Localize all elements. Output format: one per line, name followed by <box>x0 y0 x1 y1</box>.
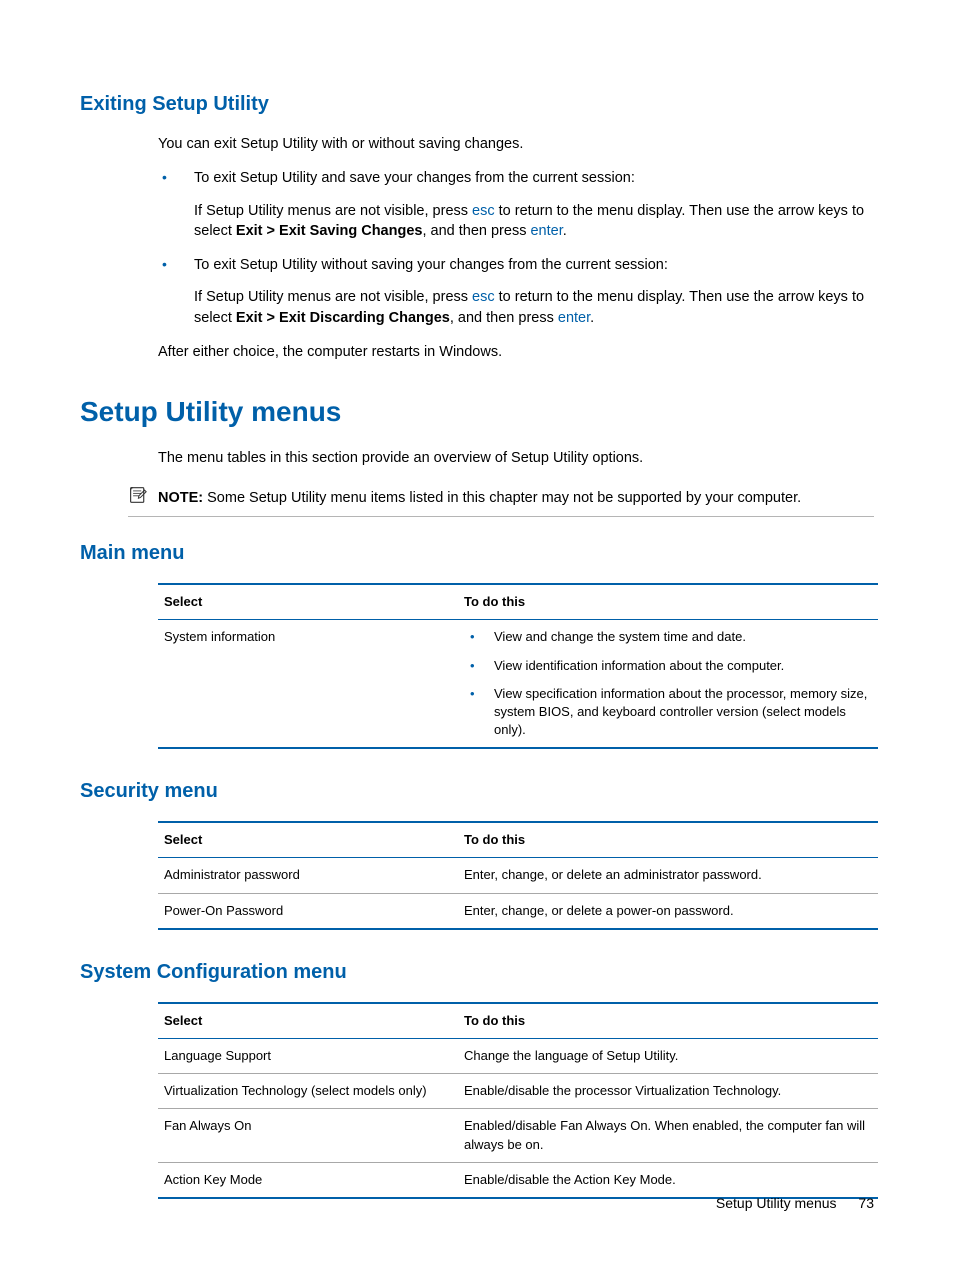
th-todo: To do this <box>458 584 878 620</box>
exiting-intro: You can exit Setup Utility with or witho… <box>158 134 874 154</box>
cell-todo: Enable/disable the Action Key Mode. <box>458 1162 878 1198</box>
table-row: Action Key Mode Enable/disable the Actio… <box>158 1162 878 1198</box>
cell-select: System information <box>158 620 458 748</box>
note-label: NOTE: <box>158 490 203 506</box>
table-row: Fan Always On Enabled/disable Fan Always… <box>158 1109 878 1162</box>
heading-exiting-setup-utility: Exiting Setup Utility <box>80 90 874 118</box>
list-item: To exit Setup Utility without saving you… <box>158 255 874 328</box>
cell-select: Administrator password <box>158 858 458 893</box>
footer-page-number: 73 <box>858 1195 874 1211</box>
bullet-line: To exit Setup Utility without saving you… <box>194 257 668 273</box>
cell-todo: View and change the system time and date… <box>458 620 878 748</box>
th-todo: To do this <box>458 822 878 858</box>
list-item: View and change the system time and date… <box>464 628 872 646</box>
th-select: Select <box>158 1003 458 1039</box>
table-row: Power-On Password Enter, change, or dele… <box>158 893 878 929</box>
exiting-bullet-list: To exit Setup Utility and save your chan… <box>158 168 874 328</box>
table-row: Administrator password Enter, change, or… <box>158 858 878 893</box>
cell-todo: Enter, change, or delete a power-on pass… <box>458 893 878 929</box>
footer-title: Setup Utility menus <box>716 1195 837 1211</box>
list-item: To exit Setup Utility and save your chan… <box>158 168 874 241</box>
main-menu-table: Select To do this System information Vie… <box>158 583 878 749</box>
bullet-line: To exit Setup Utility and save your chan… <box>194 170 635 186</box>
cell-select: Language Support <box>158 1039 458 1074</box>
key-enter: enter <box>530 223 562 239</box>
heading-main-menu: Main menu <box>80 539 874 567</box>
bullet-sub: If Setup Utility menus are not visible, … <box>194 201 874 242</box>
table-row: Language Support Change the language of … <box>158 1039 878 1074</box>
menus-intro: The menu tables in this section provide … <box>158 448 874 468</box>
heading-setup-utility-menus: Setup Utility menus <box>80 392 874 431</box>
security-menu-table: Select To do this Administrator password… <box>158 821 878 930</box>
table-row: System information View and change the s… <box>158 620 878 748</box>
heading-sysconfig-menu: System Configuration menu <box>80 958 874 986</box>
cell-todo: Change the language of Setup Utility. <box>458 1039 878 1074</box>
cell-todo: Enable/disable the processor Virtualizat… <box>458 1074 878 1109</box>
heading-security-menu: Security menu <box>80 777 874 805</box>
th-select: Select <box>158 584 458 620</box>
page-footer: Setup Utility menus 73 <box>716 1194 874 1214</box>
cell-select: Virtualization Technology (select models… <box>158 1074 458 1109</box>
th-select: Select <box>158 822 458 858</box>
list-item: View specification information about the… <box>464 685 872 740</box>
cell-todo: Enter, change, or delete an administrato… <box>458 858 878 893</box>
menu-path: Exit > Exit Discarding Changes <box>236 310 450 326</box>
cell-select: Action Key Mode <box>158 1162 458 1198</box>
exiting-outro: After either choice, the computer restar… <box>158 342 874 362</box>
cell-todo: Enabled/disable Fan Always On. When enab… <box>458 1109 878 1162</box>
key-esc: esc <box>472 203 495 219</box>
table-row: Virtualization Technology (select models… <box>158 1074 878 1109</box>
note-text: Some Setup Utility menu items listed in … <box>207 490 801 506</box>
note-icon <box>128 486 148 504</box>
menu-path: Exit > Exit Saving Changes <box>236 223 423 239</box>
key-enter: enter <box>558 310 590 326</box>
cell-select: Power-On Password <box>158 893 458 929</box>
note-block: NOTE: Some Setup Utility menu items list… <box>128 482 874 517</box>
cell-select: Fan Always On <box>158 1109 458 1162</box>
key-esc: esc <box>472 289 495 305</box>
list-item: View identification information about th… <box>464 657 872 675</box>
sysconfig-menu-table: Select To do this Language Support Chang… <box>158 1002 878 1199</box>
bullet-sub: If Setup Utility menus are not visible, … <box>194 287 874 328</box>
th-todo: To do this <box>458 1003 878 1039</box>
